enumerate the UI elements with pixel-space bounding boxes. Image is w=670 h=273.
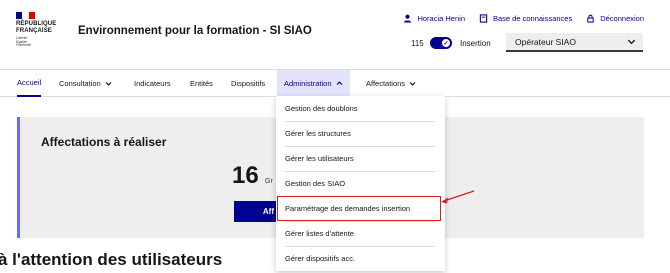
card-title: Affectations à réaliser xyxy=(41,135,167,149)
count-badge: 115 xyxy=(411,39,424,48)
nav-label: Entités xyxy=(190,79,213,88)
nav-accueil[interactable]: Accueil xyxy=(17,70,42,97)
motto: Liberté Égalité Fraternité xyxy=(16,36,64,48)
lock-icon xyxy=(586,14,595,23)
nav-label: Accueil xyxy=(17,78,42,87)
site-title[interactable]: Environnement pour la formation - SI SIA… xyxy=(78,25,312,37)
menu-item-gestion-siao[interactable]: Gestion des SIAO xyxy=(276,171,445,196)
nav-affectations[interactable]: Affectations xyxy=(366,70,416,97)
menu-item-dispositifs-acc[interactable]: Gérer dispositifs acc. xyxy=(276,246,445,271)
knowledge-base-link[interactable]: Base de connaissances xyxy=(479,14,572,23)
nav-consultation[interactable]: Consultation xyxy=(59,70,112,97)
nav-label: Indicateurs xyxy=(134,79,171,88)
logo-line2: FRANÇAISE xyxy=(16,27,52,34)
nav-label: Consultation xyxy=(59,79,101,88)
affectations-button[interactable]: Aff xyxy=(234,201,278,222)
section-title: à l'attention des utilisateurs xyxy=(0,250,223,269)
nav-label: Dispositifs xyxy=(231,79,266,88)
chevron-up-icon xyxy=(336,80,343,87)
user-name: Horacia Henin xyxy=(417,14,465,23)
nav-administration[interactable]: Administration xyxy=(277,70,350,97)
nav-dispositifs[interactable]: Dispositifs xyxy=(231,70,265,97)
role-select[interactable]: Opérateur SIAO xyxy=(506,33,643,52)
affectations-count: 16 xyxy=(232,162,259,189)
affectations-count-label: Gr xyxy=(265,178,273,185)
book-icon xyxy=(479,14,488,23)
menu-item-gerer-structures[interactable]: Gérer les structures xyxy=(276,121,445,146)
toggle-label: Insertion xyxy=(460,39,491,48)
nav-indicateurs[interactable]: Indicateurs xyxy=(134,70,171,97)
chevron-down-icon xyxy=(409,80,416,87)
administration-menu: Gestion des doublons Gérer les structure… xyxy=(276,96,445,271)
nav-entites[interactable]: Entités xyxy=(190,70,213,97)
logout-link[interactable]: Déconnexion xyxy=(586,14,644,23)
top-links: Horacia Henin Base de connaissances Déco… xyxy=(403,14,644,23)
flag-icon xyxy=(16,12,35,19)
menu-item-listes-attente[interactable]: Gérer listes d'attente xyxy=(276,221,445,246)
republique-francaise-logo[interactable]: RÉPUBLIQUE FRANÇAISE Liberté Égalité Fra… xyxy=(16,12,64,48)
motto-line: Fraternité xyxy=(16,43,31,48)
check-icon: ✓ xyxy=(442,39,450,47)
knowledge-base-label: Base de connaissances xyxy=(493,14,573,23)
nav-label: Administration xyxy=(284,79,332,88)
logout-label: Déconnexion xyxy=(600,14,644,23)
chevron-down-icon xyxy=(105,80,112,87)
menu-item-gestion-doublons[interactable]: Gestion des doublons xyxy=(276,96,445,121)
header: RÉPUBLIQUE FRANÇAISE Liberté Égalité Fra… xyxy=(0,0,670,68)
user-link[interactable]: Horacia Henin xyxy=(403,14,465,23)
affectations-button-label: Aff xyxy=(262,207,274,216)
highlight-box xyxy=(277,196,441,221)
menu-item-gerer-utilisateurs[interactable]: Gérer les utilisateurs xyxy=(276,146,445,171)
role-select-value: Opérateur SIAO xyxy=(515,36,576,47)
user-icon xyxy=(403,14,412,23)
annotation-arrow-icon xyxy=(441,190,475,204)
chevron-down-icon xyxy=(627,37,636,46)
main-nav: Accueil Consultation Indicateurs Entités… xyxy=(0,69,670,97)
nav-label: Affectations xyxy=(366,79,406,88)
insertion-toggle[interactable]: ✓ xyxy=(430,37,452,49)
